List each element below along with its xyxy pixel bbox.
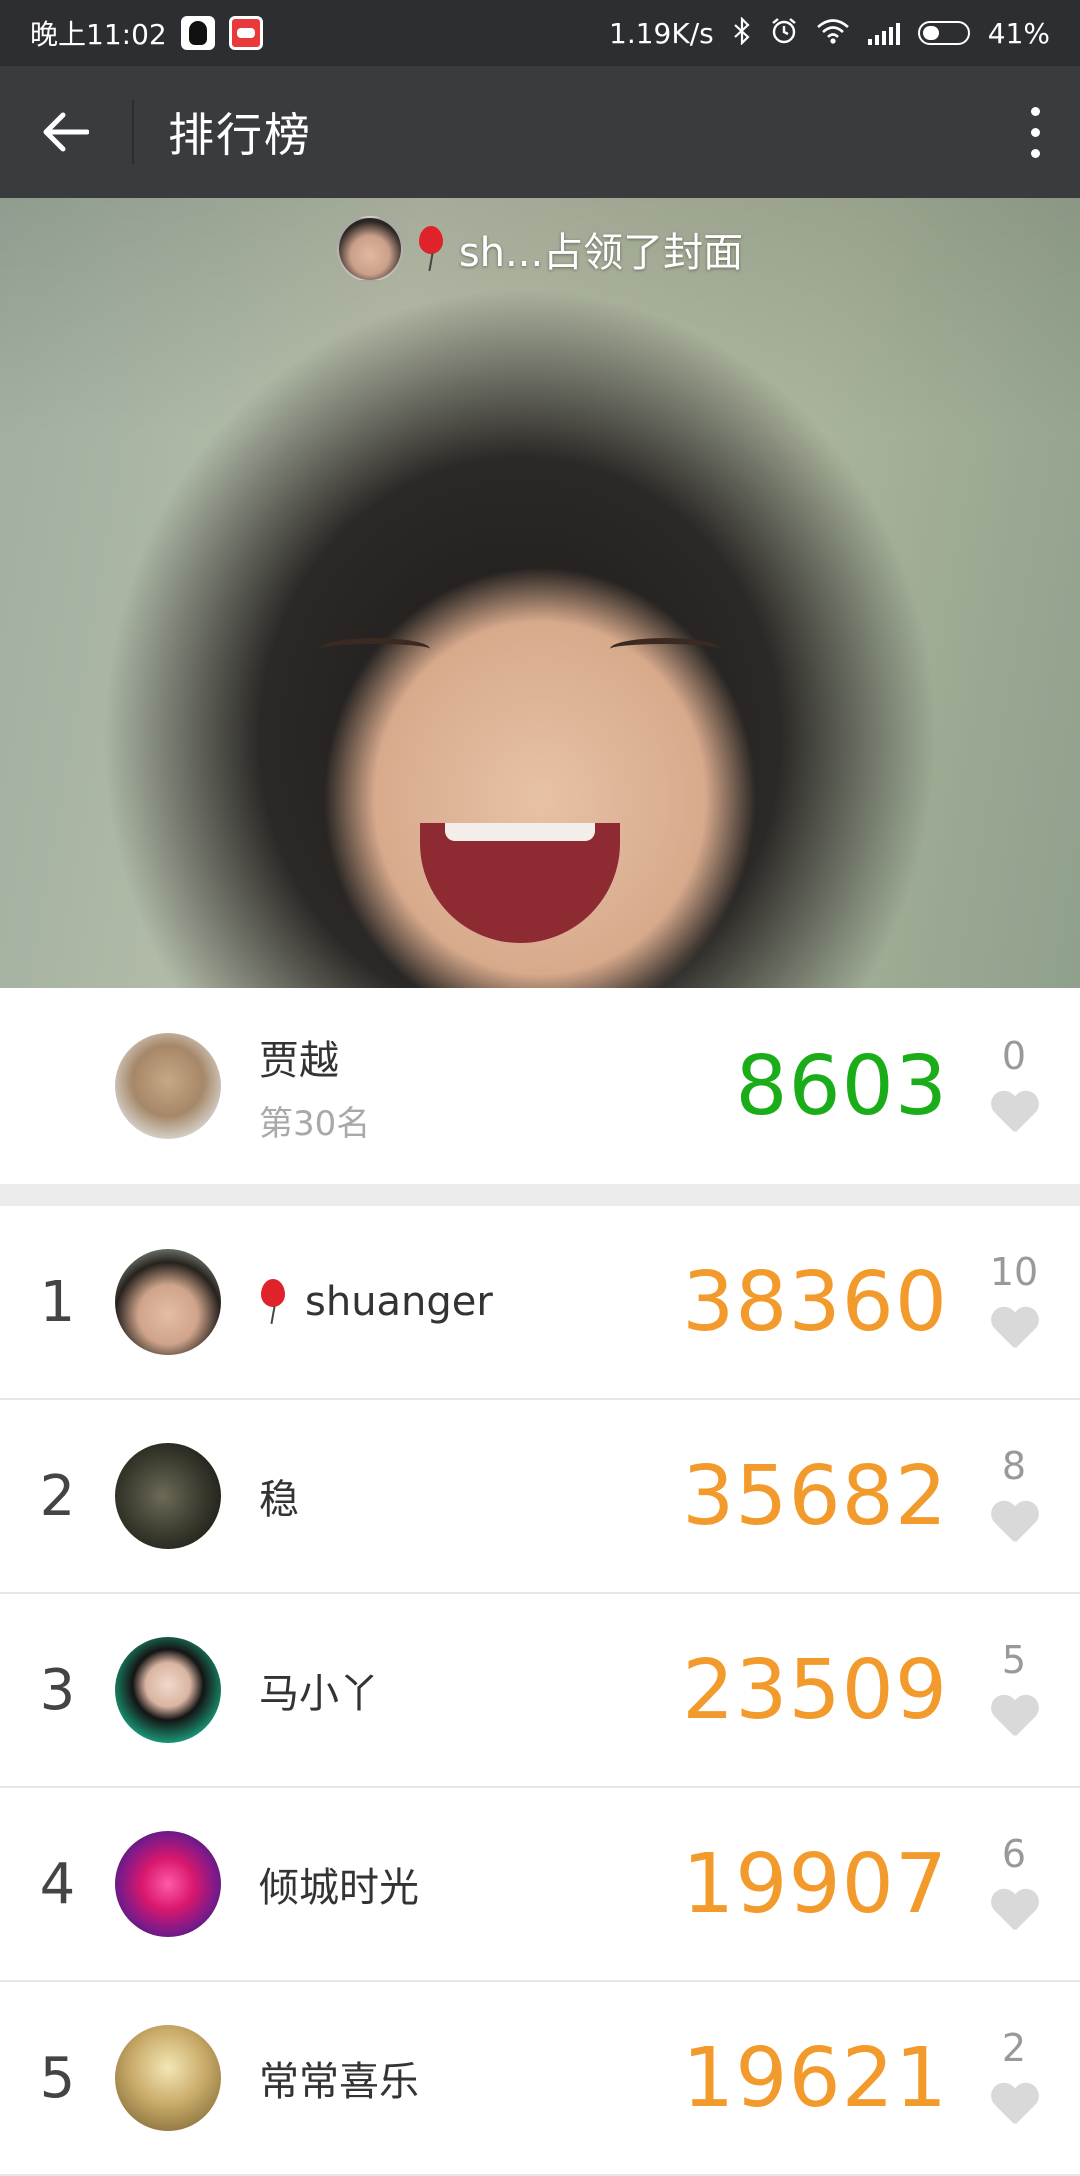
alarm-icon bbox=[770, 17, 798, 50]
avatar[interactable] bbox=[115, 1249, 221, 1355]
status-time: 晚上11:02 bbox=[30, 18, 167, 51]
signal-icon bbox=[867, 21, 900, 45]
name-wrap: 马小丫 bbox=[259, 1661, 379, 1719]
balloon-icon bbox=[259, 1279, 287, 1325]
cover-image[interactable]: sh...占领了封面 bbox=[0, 198, 1080, 988]
avatar[interactable] bbox=[115, 2025, 221, 2131]
cover-owner-text: sh...占领了封面 bbox=[458, 230, 744, 276]
heart-icon[interactable] bbox=[990, 1694, 1038, 1742]
like-button[interactable]: 6 bbox=[948, 1832, 1080, 1936]
step-score: 23509 bbox=[682, 1642, 948, 1738]
rank-number: 4 bbox=[39, 1851, 76, 1917]
name-wrap: 倾城时光 bbox=[259, 1855, 419, 1913]
back-button[interactable] bbox=[0, 66, 132, 198]
qq-icon bbox=[180, 16, 215, 50]
car-app-icon bbox=[228, 16, 263, 50]
step-score: 19621 bbox=[682, 2030, 948, 2126]
cover-owner[interactable]: sh...占领了封面 bbox=[0, 216, 1080, 282]
table-row[interactable]: 2 稳 35682 8 bbox=[0, 1400, 1080, 1594]
arrow-left-icon bbox=[43, 112, 89, 152]
more-vertical-icon bbox=[1030, 106, 1040, 116]
user-name: shuanger bbox=[305, 1279, 493, 1325]
step-score: 38360 bbox=[682, 1254, 948, 1350]
battery-icon bbox=[917, 21, 970, 45]
app-bar-divider bbox=[132, 100, 134, 164]
status-left: 晚上11:02 bbox=[30, 13, 263, 53]
avatar[interactable] bbox=[115, 1443, 221, 1549]
status-right: 1.19K/s 41% bbox=[609, 15, 1050, 50]
my-ranking-row[interactable]: 贾越 第30名 8603 0 bbox=[0, 988, 1080, 1184]
like-button[interactable]: 0 bbox=[948, 1034, 1080, 1138]
cover-overlay bbox=[0, 198, 1080, 988]
balloon-icon bbox=[417, 226, 445, 272]
page-title: 排行榜 bbox=[168, 108, 312, 162]
avatar[interactable] bbox=[115, 1637, 221, 1743]
heart-icon[interactable] bbox=[990, 1090, 1038, 1138]
table-row[interactable]: 3 马小丫 23509 5 bbox=[0, 1594, 1080, 1788]
table-row[interactable]: 4 倾城时光 19907 6 bbox=[0, 1788, 1080, 1982]
more-button[interactable] bbox=[990, 66, 1080, 198]
name-wrap: shuanger bbox=[259, 1279, 493, 1325]
section-divider bbox=[0, 1184, 1080, 1206]
rank-number: 1 bbox=[39, 1269, 76, 1335]
user-name: 稳 bbox=[259, 1477, 299, 1523]
network-speed: 1.19K/s bbox=[609, 16, 714, 50]
avatar[interactable] bbox=[115, 1033, 221, 1139]
like-count: 2 bbox=[1001, 2026, 1027, 2070]
user-name: 马小丫 bbox=[259, 1671, 379, 1717]
heart-icon[interactable] bbox=[990, 1888, 1038, 1936]
user-name: 倾城时光 bbox=[259, 1865, 419, 1911]
like-count: 8 bbox=[1001, 1444, 1027, 1488]
status-bar: 晚上11:02 1.19K/s 41% bbox=[0, 0, 1080, 66]
like-count: 6 bbox=[1001, 1832, 1027, 1876]
table-row[interactable]: 1 shuanger 38360 10 bbox=[0, 1206, 1080, 1400]
like-button[interactable]: 5 bbox=[948, 1638, 1080, 1742]
like-count: 5 bbox=[1001, 1638, 1027, 1682]
avatar[interactable] bbox=[115, 1831, 221, 1937]
name-wrap: 稳 bbox=[259, 1467, 299, 1525]
heart-icon[interactable] bbox=[990, 1500, 1038, 1548]
heart-icon[interactable] bbox=[990, 2082, 1038, 2130]
rank-number: 5 bbox=[39, 2045, 76, 2111]
bluetooth-icon bbox=[732, 15, 752, 50]
like-count: 0 bbox=[1001, 1034, 1027, 1078]
like-button[interactable]: 10 bbox=[948, 1250, 1080, 1354]
my-info: 贾越 第30名 bbox=[259, 1028, 370, 1145]
my-score: 8603 bbox=[735, 1038, 948, 1134]
rank-number: 3 bbox=[39, 1657, 76, 1723]
my-rank: 第30名 bbox=[259, 1103, 371, 1144]
like-button[interactable]: 8 bbox=[948, 1444, 1080, 1548]
step-score: 35682 bbox=[682, 1448, 948, 1544]
table-row[interactable]: 5 常常喜乐 19621 2 bbox=[0, 1982, 1080, 2176]
my-name: 贾越 bbox=[259, 1037, 339, 1084]
wifi-icon bbox=[816, 18, 850, 49]
rank-number: 2 bbox=[39, 1463, 76, 1529]
heart-icon[interactable] bbox=[990, 1306, 1038, 1354]
avatar[interactable] bbox=[336, 216, 403, 282]
battery-percent: 41% bbox=[987, 16, 1050, 50]
step-score: 19907 bbox=[682, 1836, 948, 1932]
name-wrap: 常常喜乐 bbox=[259, 2049, 419, 2107]
ranking-list: 1 shuanger 38360 10 2 稳 35682 8 3 马小丫 23… bbox=[0, 1206, 1080, 2176]
app-bar: 排行榜 bbox=[0, 66, 1080, 198]
like-button[interactable]: 2 bbox=[948, 2026, 1080, 2130]
like-count: 10 bbox=[989, 1250, 1039, 1294]
user-name: 常常喜乐 bbox=[259, 2059, 419, 2105]
